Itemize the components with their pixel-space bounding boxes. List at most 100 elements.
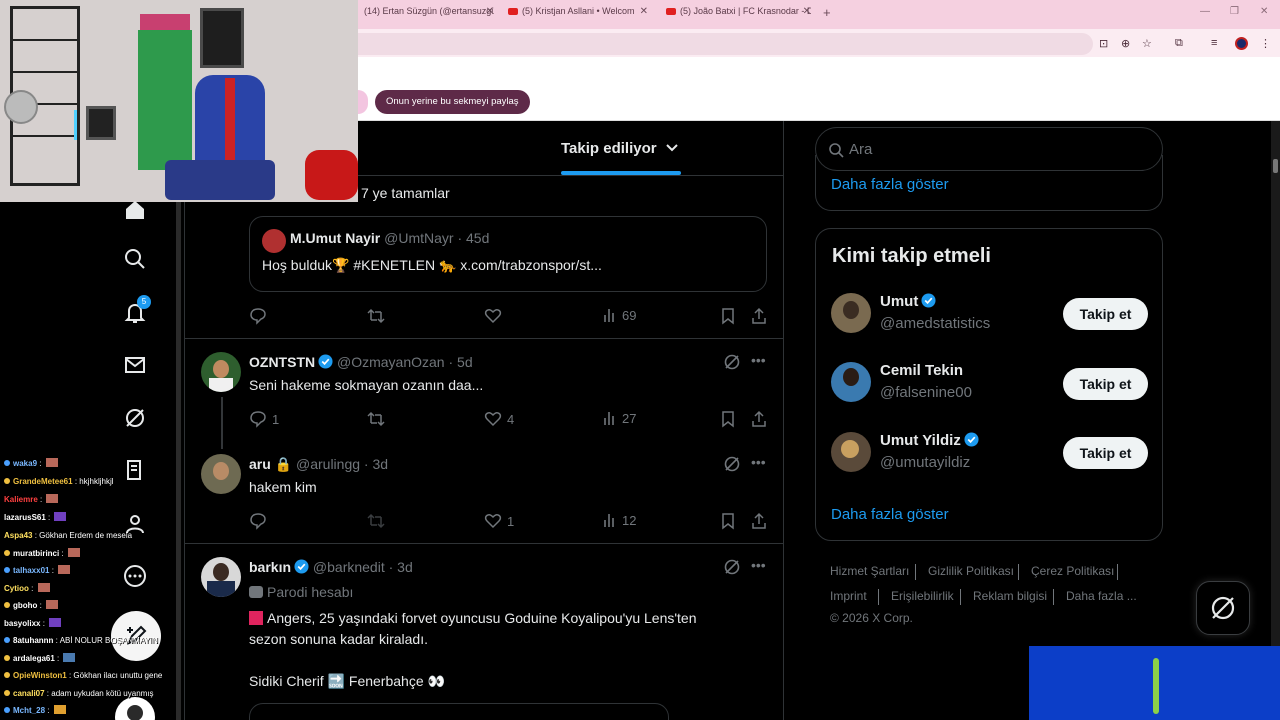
search-icon <box>829 143 844 158</box>
avatar[interactable] <box>201 557 241 597</box>
bookmark-icon <box>722 513 734 530</box>
ads-info-link[interactable]: Reklam bilgisi <box>973 589 1047 603</box>
imprint-link[interactable]: Imprint <box>830 589 867 603</box>
grok-icon[interactable] <box>723 455 741 473</box>
grok-icon[interactable] <box>723 353 741 371</box>
copyright: © 2026 X Corp. <box>830 611 913 625</box>
maximize-icon[interactable]: ❐ <box>1230 6 1239 17</box>
avatar[interactable] <box>201 454 241 494</box>
tab-close-icon[interactable]: ✕ <box>640 6 648 17</box>
follow-suggestion[interactable]: Umut Yildiz @umutayildiz Takip et <box>816 432 1162 492</box>
following-tab[interactable]: Takip ediliyor <box>561 140 657 157</box>
chat-message: Mcht_28 : <box>4 705 66 716</box>
reply-icon <box>250 513 266 530</box>
grok-chat-button[interactable] <box>1196 581 1250 635</box>
media-icon[interactable]: ≡ <box>1211 37 1217 49</box>
chat-message: talhaxx01 : <box>4 565 71 576</box>
like-button[interactable]: 1 <box>484 512 514 530</box>
extensions-icon[interactable]: ⧉ <box>1175 37 1183 50</box>
scrollbar-thumb[interactable] <box>1273 159 1278 173</box>
share-button[interactable] <box>751 512 767 530</box>
cookies-link[interactable]: Çerez Politikası <box>1031 564 1114 578</box>
share-tab-button[interactable]: Onun yerine bu sekmeyi paylaş <box>375 90 530 114</box>
browser-tab[interactable]: (5) Kristjan Asllani • Welcom ✕ <box>508 6 648 23</box>
quote-handle: @UmtNayr <box>384 230 454 246</box>
share-button[interactable] <box>751 410 767 428</box>
tab-close-icon[interactable]: ✕ <box>803 6 811 17</box>
webcam-overlay <box>0 0 358 202</box>
bookmark-icon <box>722 308 734 325</box>
terms-link[interactable]: Hizmet Şartları <box>830 564 909 578</box>
privacy-link[interactable]: Gizlilik Politikası <box>928 564 1014 578</box>
repost-button[interactable] <box>367 512 385 530</box>
accessibility-link[interactable]: Erişilebilirlik <box>891 589 954 603</box>
bookmark-button[interactable] <box>720 307 736 325</box>
views-button[interactable]: 69 <box>603 307 636 323</box>
bookmark-star-icon[interactable]: ☆ <box>1142 37 1152 50</box>
author-name[interactable]: barkın <box>249 559 291 575</box>
more-icon[interactable]: ••• <box>751 454 766 470</box>
minimize-icon[interactable]: — <box>1200 6 1210 17</box>
share-button[interactable] <box>751 307 767 325</box>
like-button[interactable] <box>484 307 502 325</box>
bookmark-button[interactable] <box>720 512 736 530</box>
stream-chat: waka9 : GrandeMetee61 : hkjhkljhkjl Kali… <box>0 440 185 720</box>
follow-suggestion[interactable]: Cemil Tekin @falsenine00 Takip et <box>816 362 1162 422</box>
chevron-down-icon[interactable] <box>665 139 679 157</box>
views-button[interactable]: 27 <box>603 410 636 426</box>
show-more-link[interactable]: Daha fazla göster <box>831 506 949 523</box>
reply-button[interactable] <box>249 307 267 325</box>
follow-button[interactable]: Takip et <box>1063 437 1148 469</box>
emote-icon <box>67 548 80 557</box>
follow-button[interactable]: Takip et <box>1063 368 1148 400</box>
zoom-icon[interactable]: ⊕ <box>1121 37 1130 50</box>
browser-tab[interactable]: (14) Ertan Süzgün (@ertansuzgü ✕ <box>364 6 494 23</box>
quoted-tweet[interactable]: M.Umut Nayir @UmtNayr · 45d Hoş bulduk🏆 … <box>249 216 767 292</box>
show-more-link[interactable]: Daha fazla göster <box>831 176 949 193</box>
reply-count: 1 <box>272 411 280 427</box>
search-placeholder: Ara <box>849 141 873 158</box>
search-icon[interactable] <box>122 246 148 272</box>
chat-message: Cytioo : <box>4 583 50 594</box>
views-icon <box>604 309 614 322</box>
views-button[interactable]: 12 <box>603 512 636 528</box>
new-tab-icon[interactable]: + <box>823 5 831 20</box>
reply-button[interactable] <box>249 512 267 530</box>
suggestion-name: Cemil Tekin <box>880 362 964 379</box>
more-icon[interactable]: ••• <box>751 352 766 368</box>
install-icon[interactable]: ⊡ <box>1099 37 1108 50</box>
browser-tab[interactable]: (5) João Batxi | FC Krasnodar - D ✕ <box>666 6 811 23</box>
grok-icon[interactable] <box>723 558 741 576</box>
more-icon[interactable]: ••• <box>751 557 766 573</box>
like-button[interactable]: 4 <box>484 410 514 428</box>
chat-message: GrandeMetee61 : hkjhkljhkjl <box>4 476 114 487</box>
views-count: 27 <box>622 410 637 426</box>
parody-label: Parodi hesabı <box>249 584 353 600</box>
menu-dots-icon[interactable]: ⋮ <box>1260 37 1271 50</box>
reply-button[interactable]: 1 <box>249 410 279 428</box>
avatar[interactable] <box>201 352 241 392</box>
share-stub <box>358 90 368 114</box>
grok-nav-icon[interactable] <box>122 405 148 431</box>
profile-avatar[interactable] <box>1235 37 1248 50</box>
close-window-icon[interactable]: ✕ <box>1260 6 1268 17</box>
tweet-time: · 3d <box>363 456 389 472</box>
bookmark-button[interactable] <box>720 410 736 428</box>
more-link[interactable]: Daha fazla ... <box>1066 589 1137 603</box>
address-bar[interactable] <box>358 33 1093 55</box>
divider <box>185 338 783 339</box>
repost-button[interactable] <box>367 307 385 325</box>
follow-button[interactable]: Takip et <box>1063 298 1148 330</box>
page-scrollbar[interactable] <box>1271 121 1280 646</box>
mail-icon[interactable] <box>122 352 148 378</box>
avatar <box>831 293 871 333</box>
verified-icon <box>964 432 979 447</box>
repost-button[interactable] <box>367 410 385 428</box>
author-name[interactable]: OZNTSTN <box>249 354 315 370</box>
search-box[interactable]: Ara <box>815 127 1163 171</box>
home-icon[interactable] <box>122 197 148 223</box>
media-card[interactable] <box>249 703 669 720</box>
follow-suggestion[interactable]: Umut @amedstatistics Takip et <box>816 293 1162 353</box>
tab-close-icon[interactable]: ✕ <box>486 6 494 17</box>
author-name[interactable]: aru 🔒 <box>249 456 292 472</box>
